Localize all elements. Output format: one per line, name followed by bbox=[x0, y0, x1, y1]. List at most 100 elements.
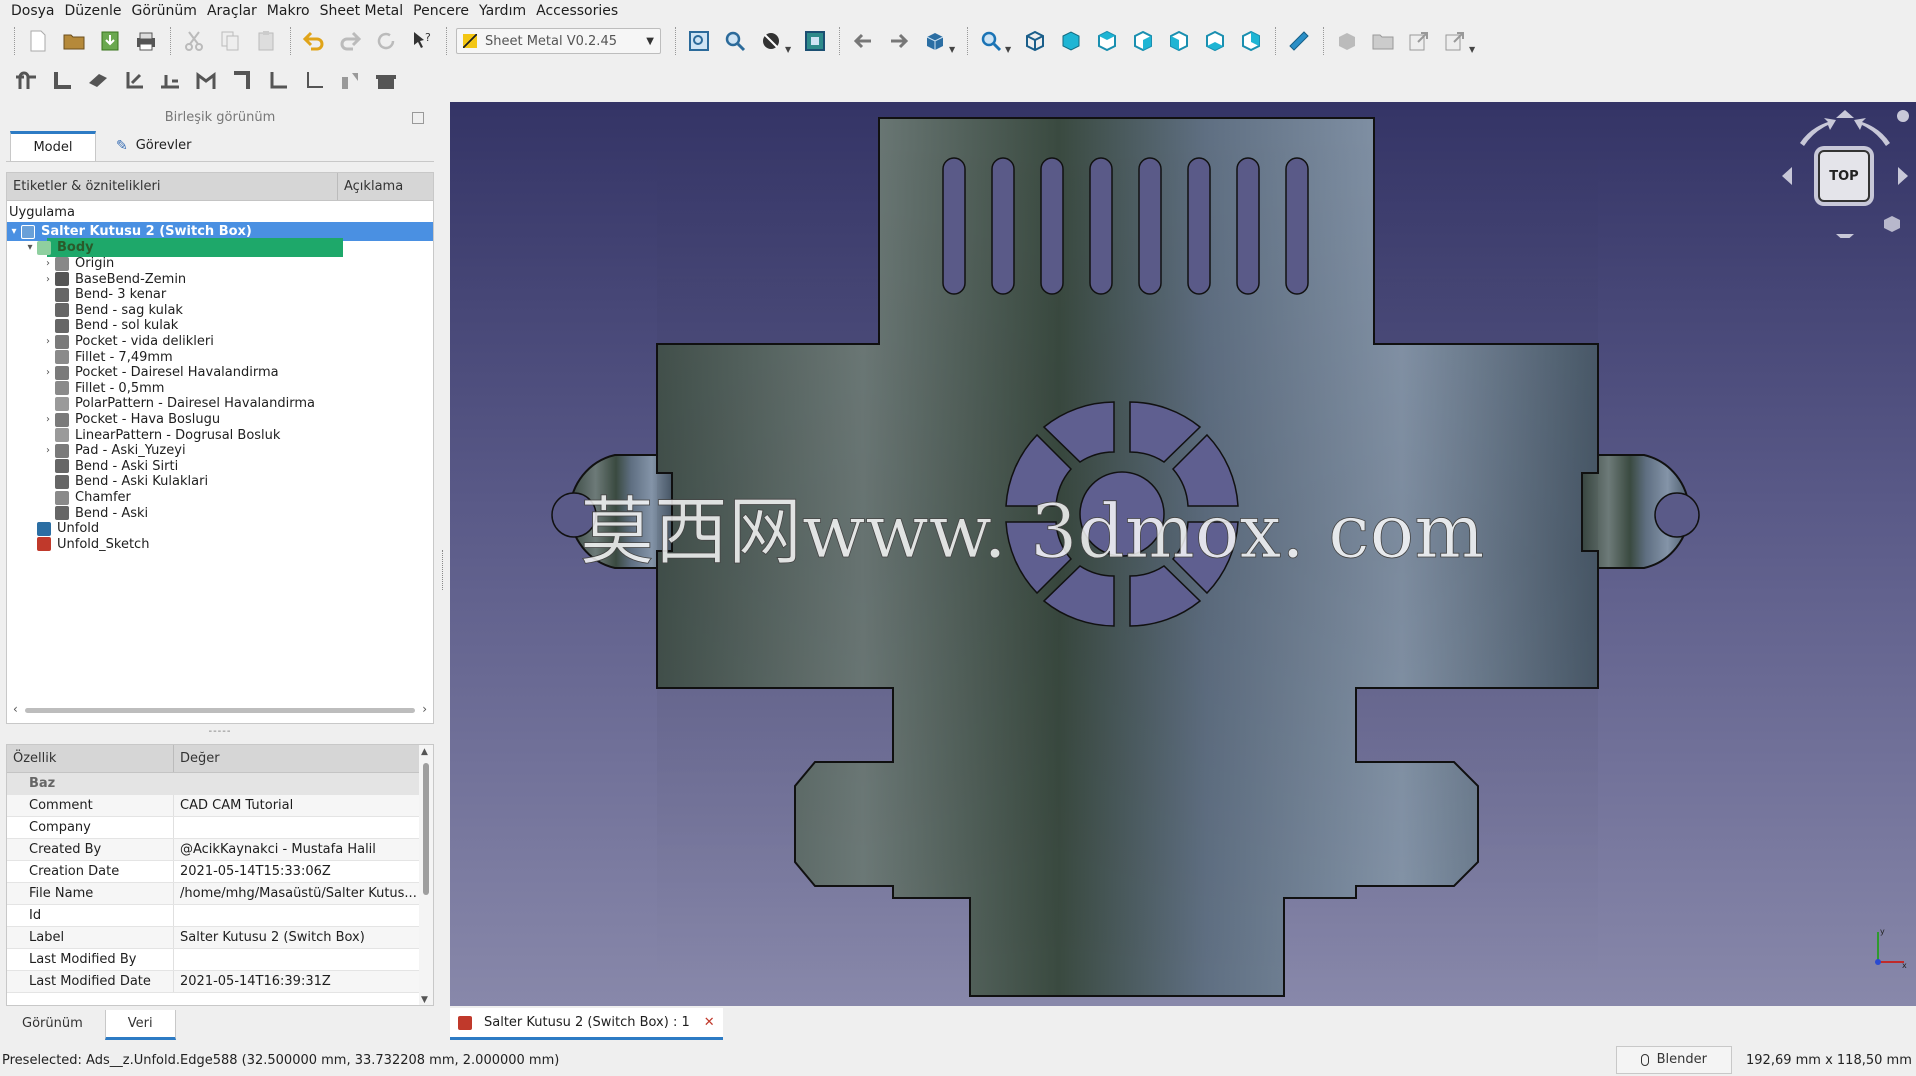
property-row[interactable]: Last Modified Date 2021-05-14T16:39:31Z bbox=[7, 971, 433, 993]
bend-on-sketch-icon[interactable] bbox=[264, 67, 292, 95]
property-vertical-scrollbar[interactable]: ▲ ▼ bbox=[419, 745, 433, 1005]
menu-view[interactable]: Görünüm bbox=[127, 0, 202, 22]
scroll-up-icon[interactable]: ▲ bbox=[421, 747, 428, 757]
back-arrow-icon[interactable] bbox=[849, 27, 877, 55]
fit-all-icon[interactable] bbox=[685, 27, 713, 55]
property-value[interactable]: @AcikKaynakci - Mustafa Halil bbox=[174, 839, 433, 860]
property-row[interactable]: Creation Date 2021-05-14T15:33:06Z bbox=[7, 861, 433, 883]
form-tool-icon[interactable] bbox=[336, 67, 364, 95]
panel-splitter[interactable]: ----- bbox=[6, 726, 434, 738]
base-shape-icon[interactable] bbox=[372, 67, 400, 95]
menu-tools[interactable]: Araçlar bbox=[202, 0, 262, 22]
property-value[interactable]: 2021-05-14T15:33:06Z bbox=[174, 861, 433, 882]
property-value[interactable]: Salter Kutusu 2 (Switch Box) bbox=[174, 927, 433, 948]
menu-window[interactable]: Pencere bbox=[408, 0, 474, 22]
property-row[interactable]: Created By @AcikKaynakci - Mustafa Halil bbox=[7, 839, 433, 861]
document-tab[interactable]: Salter Kutusu 2 (Switch Box) : 1 ✕ bbox=[450, 1008, 723, 1040]
chevron-down-icon[interactable]: ▼ bbox=[785, 45, 795, 60]
scroll-down-icon[interactable]: ▼ bbox=[421, 995, 428, 1005]
unfold-tool-icon[interactable] bbox=[192, 67, 220, 95]
property-row[interactable]: Company bbox=[7, 817, 433, 839]
left-view-icon[interactable] bbox=[1237, 27, 1265, 55]
rotate-left-arrow[interactable] bbox=[1800, 118, 1836, 146]
undock-icon[interactable] bbox=[412, 112, 424, 124]
top-view-icon[interactable] bbox=[1093, 27, 1121, 55]
property-value[interactable] bbox=[174, 817, 433, 838]
navigation-style-button[interactable]: Blender bbox=[1615, 1046, 1732, 1074]
redo-icon[interactable] bbox=[336, 27, 364, 55]
chevron-down-icon[interactable]: ▼ bbox=[1469, 45, 1479, 60]
tab-view[interactable]: Görünüm bbox=[0, 1010, 105, 1040]
tab-model[interactable]: Model bbox=[10, 131, 96, 161]
add-relief-icon[interactable] bbox=[156, 67, 184, 95]
bottom-view-icon[interactable] bbox=[1201, 27, 1229, 55]
column-value[interactable]: Değer bbox=[174, 745, 220, 772]
navcube-top-face[interactable]: TOP bbox=[1818, 150, 1870, 202]
forward-arrow-icon[interactable] bbox=[885, 27, 913, 55]
property-row[interactable]: File Name/home/mhg/Masaüstü/Salter Kutus… bbox=[7, 883, 433, 905]
make-wall-icon[interactable] bbox=[48, 67, 76, 95]
zoom-icon[interactable] bbox=[977, 27, 1005, 55]
link-actions-icon[interactable] bbox=[1441, 27, 1469, 55]
measure-icon[interactable] bbox=[1285, 27, 1313, 55]
fit-selection-icon[interactable] bbox=[721, 27, 749, 55]
menu-help[interactable]: Yardım bbox=[474, 0, 531, 22]
property-value[interactable] bbox=[174, 949, 433, 970]
std-view-icon[interactable] bbox=[921, 27, 949, 55]
tree-horizontal-scrollbar[interactable]: ‹ › bbox=[11, 702, 429, 717]
property-value[interactable]: 2021-05-14T16:39:31Z bbox=[174, 971, 433, 992]
sketch-bend-icon[interactable] bbox=[300, 67, 328, 95]
column-description[interactable]: Açıklama bbox=[338, 173, 403, 200]
pan-right-arrow[interactable] bbox=[1898, 167, 1908, 185]
refresh-icon[interactable] bbox=[372, 27, 400, 55]
column-labels[interactable]: Etiketler & öznitelikleri bbox=[7, 173, 338, 200]
draw-style-icon[interactable] bbox=[757, 27, 785, 55]
property-value[interactable]: /home/mhg/Masaüstü/Salter Kutus... bbox=[174, 883, 433, 904]
navigation-cube[interactable]: TOP bbox=[1780, 108, 1910, 242]
right-view-icon[interactable] bbox=[1129, 27, 1157, 55]
property-value[interactable]: CAD CAM Tutorial bbox=[174, 795, 433, 816]
property-row[interactable]: Label Salter Kutusu 2 (Switch Box) bbox=[7, 927, 433, 949]
navcube-mini-cube[interactable] bbox=[1884, 216, 1900, 232]
chevron-down-icon[interactable]: ▼ bbox=[1005, 45, 1015, 60]
print-icon[interactable] bbox=[132, 27, 160, 55]
tree-item[interactable]: Unfold_Sketch bbox=[7, 535, 433, 554]
menu-accessories[interactable]: Accessories bbox=[531, 0, 623, 22]
extend-face-icon[interactable] bbox=[84, 67, 112, 95]
tab-data[interactable]: Veri bbox=[104, 1010, 176, 1040]
model-tree[interactable]: Etiketler & öznitelikleri Açıklama Uygul… bbox=[6, 172, 434, 724]
rotate-right-arrow[interactable] bbox=[1854, 118, 1890, 146]
bounding-box-icon[interactable] bbox=[801, 27, 829, 55]
front-view-icon[interactable] bbox=[1057, 27, 1085, 55]
whats-this-icon[interactable]: ? bbox=[408, 27, 436, 55]
corner-relief-icon[interactable] bbox=[228, 67, 256, 95]
property-row[interactable]: Last Modified By bbox=[7, 949, 433, 971]
pan-up-arrow[interactable] bbox=[1836, 110, 1854, 118]
dock-resize-handle[interactable] bbox=[442, 550, 446, 590]
scroll-thumb[interactable] bbox=[423, 763, 429, 895]
base-wall-icon[interactable] bbox=[12, 67, 40, 95]
close-icon[interactable]: ✕ bbox=[704, 1015, 715, 1030]
undo-icon[interactable] bbox=[300, 27, 328, 55]
menu-edit[interactable]: Düzenle bbox=[60, 0, 127, 22]
copy-icon[interactable] bbox=[216, 27, 244, 55]
scroll-left-icon[interactable]: ‹ bbox=[13, 702, 18, 716]
scroll-right-icon[interactable]: › bbox=[422, 702, 427, 716]
open-folder-icon[interactable] bbox=[60, 27, 88, 55]
pan-left-arrow[interactable] bbox=[1782, 167, 1792, 185]
navcube-menu-dot[interactable] bbox=[1897, 110, 1909, 122]
column-property[interactable]: Özellik bbox=[7, 745, 174, 772]
fold-icon[interactable] bbox=[120, 67, 148, 95]
new-document-icon[interactable] bbox=[24, 27, 52, 55]
part-icon[interactable] bbox=[1333, 27, 1361, 55]
cut-icon[interactable] bbox=[180, 27, 208, 55]
link-icon[interactable] bbox=[1405, 27, 1433, 55]
isometric-view-icon[interactable] bbox=[1021, 27, 1049, 55]
save-icon[interactable] bbox=[96, 27, 124, 55]
pan-down-arrow[interactable] bbox=[1836, 234, 1854, 242]
scroll-thumb[interactable] bbox=[25, 708, 415, 713]
tab-tasks[interactable]: ✎ Görevler bbox=[96, 131, 211, 161]
rear-view-icon[interactable] bbox=[1165, 27, 1193, 55]
property-row[interactable]: Comment CAD CAM Tutorial bbox=[7, 795, 433, 817]
property-value[interactable] bbox=[174, 905, 433, 926]
